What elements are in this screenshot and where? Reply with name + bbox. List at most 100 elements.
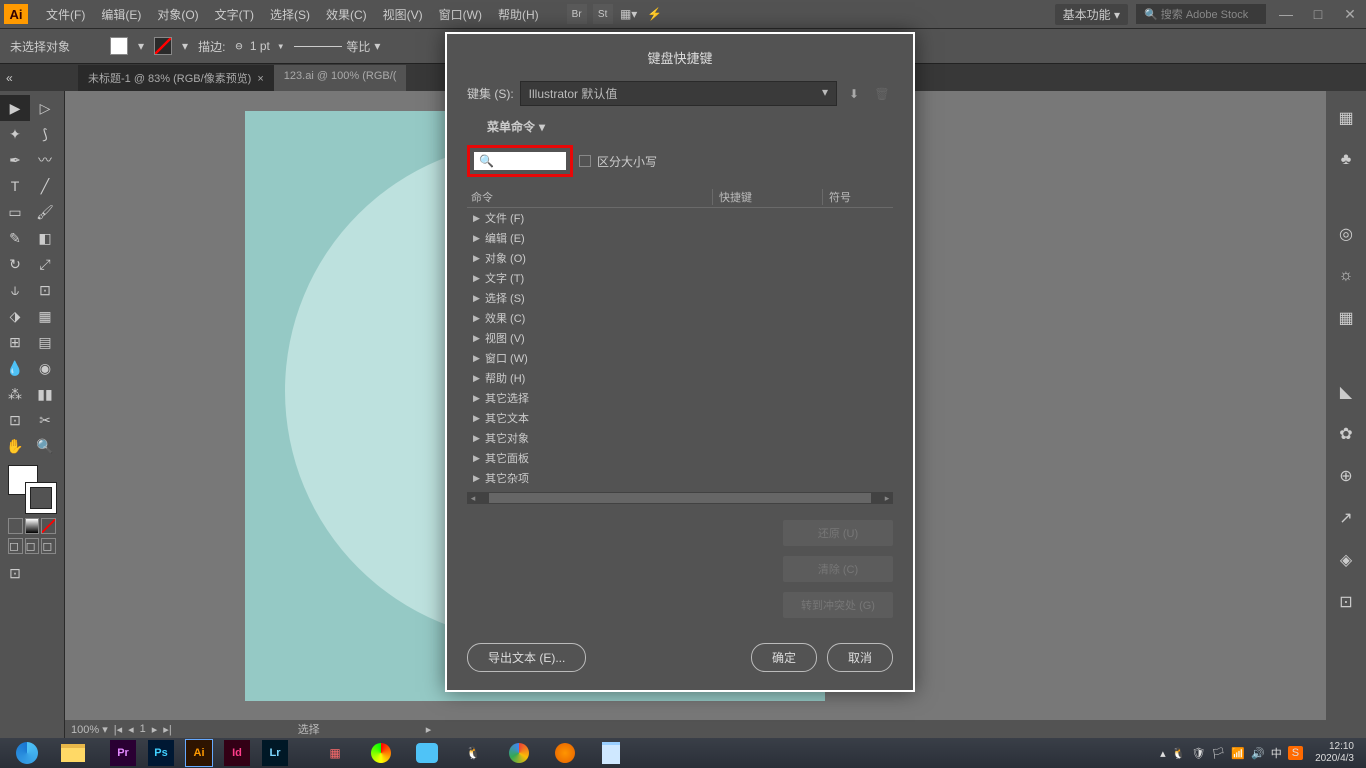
menu-object[interactable]: 对象(O) — [149, 6, 206, 23]
graph-tool[interactable]: ▮▮ — [30, 381, 60, 407]
symbols-icon[interactable]: ✿ — [1334, 422, 1358, 446]
premiere-icon[interactable]: Pr — [110, 740, 136, 766]
menu-window[interactable]: 窗口(W) — [431, 6, 490, 23]
save-set-icon[interactable]: ⬇ — [843, 83, 865, 105]
gradient-mode[interactable] — [25, 518, 40, 534]
command-row[interactable]: ▶其它面板 — [467, 448, 893, 468]
perspective-tool[interactable]: ▦ — [30, 303, 60, 329]
brushes-icon[interactable]: ◣ — [1334, 380, 1358, 404]
document-tab-1[interactable]: 未标题-1 @ 83% (RGB/像素预览)× — [78, 65, 274, 91]
chevron-down-icon[interactable]: ▾ — [138, 39, 144, 53]
screen-mode[interactable]: ⊡ — [0, 560, 30, 586]
app-icon-1[interactable]: ▦ — [314, 739, 356, 767]
app-icon-3[interactable] — [406, 739, 448, 767]
command-row[interactable]: ▶帮助 (H) — [467, 368, 893, 388]
eyedropper-tool[interactable]: 💧 — [0, 355, 30, 381]
command-row[interactable]: ▶视图 (V) — [467, 328, 893, 348]
command-row[interactable]: ▶对象 (O) — [467, 248, 893, 268]
case-sensitive-checkbox[interactable] — [579, 155, 591, 167]
stroke-profile[interactable]: 等比 ▾ — [294, 38, 380, 55]
color-wells[interactable] — [8, 465, 58, 510]
clock[interactable]: 12:10 2020/4/3 — [1309, 741, 1360, 765]
swatches-icon[interactable]: ▦ — [1334, 306, 1358, 330]
cancel-button[interactable]: 取消 — [827, 643, 893, 672]
delete-set-icon[interactable]: 🗑 — [871, 83, 893, 105]
command-type-dropdown[interactable]: 菜单命令 ▾ — [487, 118, 893, 135]
explorer-icon[interactable] — [52, 739, 94, 767]
nav-first[interactable]: |◂ — [114, 723, 122, 736]
search-field[interactable]: 🔍 — [474, 152, 566, 170]
tray-sogou-icon[interactable]: S — [1288, 746, 1303, 760]
magic-wand-tool[interactable]: ✦ — [0, 121, 30, 147]
stock-icon[interactable]: St — [593, 4, 613, 24]
stroke-swatch[interactable] — [154, 37, 172, 55]
stroke-weight[interactable]: ⊖ 1 pt ▾ — [235, 39, 284, 53]
mesh-tool[interactable]: ⊞ — [0, 329, 30, 355]
workspace-switcher[interactable]: 基本功能 ▾ — [1055, 4, 1128, 25]
pen-tool[interactable]: ✒ — [0, 147, 30, 173]
nav-next[interactable]: ▸ — [152, 723, 158, 736]
fill-swatch[interactable] — [110, 37, 128, 55]
artboards-icon[interactable]: ⊡ — [1334, 590, 1358, 614]
close-button[interactable]: ✕ — [1338, 6, 1362, 23]
command-row[interactable]: ▶窗口 (W) — [467, 348, 893, 368]
eraser-tool[interactable]: ◧ — [30, 225, 60, 251]
col-command[interactable]: 命令 — [467, 189, 712, 205]
hand-tool[interactable]: ✋ — [0, 433, 30, 459]
type-tool[interactable]: T — [0, 173, 30, 199]
width-tool[interactable]: ⫝ — [0, 277, 30, 303]
line-tool[interactable]: ╱ — [30, 173, 60, 199]
rectangle-tool[interactable]: ▭ — [0, 199, 30, 225]
selection-tool[interactable]: ▶ — [0, 95, 30, 121]
collapse-icon[interactable]: « — [0, 71, 10, 85]
command-row[interactable]: ▶效果 (C) — [467, 308, 893, 328]
horizontal-scrollbar[interactable]: ◂▸ — [467, 492, 893, 504]
none-mode[interactable] — [41, 518, 56, 534]
free-transform-tool[interactable]: ⊡ — [30, 277, 60, 303]
command-row[interactable]: ▶其它选择 — [467, 388, 893, 408]
zoom-tool[interactable]: 🔍 — [30, 433, 60, 459]
col-symbol[interactable]: 符号 — [822, 189, 851, 205]
curvature-tool[interactable]: 〰 — [30, 147, 60, 173]
color-mode[interactable] — [8, 518, 23, 534]
libraries-icon[interactable]: ♣ — [1334, 148, 1358, 172]
command-row[interactable]: ▶其它对象 — [467, 428, 893, 448]
col-shortcut[interactable]: 快捷键 — [712, 189, 822, 205]
menu-file[interactable]: 文件(F) — [38, 6, 93, 23]
maximize-button[interactable]: □ — [1306, 6, 1330, 22]
tray-shield-icon[interactable]: 🛡 — [1191, 747, 1205, 760]
lasso-tool[interactable]: ⟆ — [30, 121, 60, 147]
tray-up-icon[interactable]: ▴ — [1160, 747, 1166, 760]
adobe-stock-search[interactable]: 🔍 搜索 Adobe Stock — [1136, 4, 1266, 24]
artboard-tool[interactable]: ⊡ — [0, 407, 30, 433]
command-row[interactable]: ▶选择 (S) — [467, 288, 893, 308]
zoom-level[interactable]: 100% ▾ — [71, 723, 108, 736]
menu-view[interactable]: 视图(V) — [375, 6, 431, 23]
arrange-icon[interactable]: ▦▾ — [619, 4, 639, 24]
tray-lang-icon[interactable]: 中 — [1271, 745, 1282, 761]
command-row[interactable]: ▶其它杂项 — [467, 468, 893, 488]
qq-icon[interactable]: 🐧 — [452, 739, 494, 767]
browser-icon[interactable] — [6, 739, 48, 767]
symbol-sprayer-tool[interactable]: ⁂ — [0, 381, 30, 407]
lightroom-icon[interactable]: Lr — [262, 740, 288, 766]
gradient-tool[interactable]: ▤ — [30, 329, 60, 355]
set-dropdown[interactable]: Illustrator 默认值▾ — [520, 81, 837, 106]
shape-builder-tool[interactable]: ⬗ — [0, 303, 30, 329]
paintbrush-tool[interactable]: 🖌 — [30, 199, 60, 225]
cc-icon[interactable]: ◎ — [1334, 222, 1358, 246]
slice-tool[interactable]: ✂ — [30, 407, 60, 433]
app-icon-2[interactable] — [360, 739, 402, 767]
chrome-icon[interactable] — [498, 739, 540, 767]
close-icon[interactable]: × — [257, 73, 263, 85]
photoshop-icon[interactable]: Ps — [148, 740, 174, 766]
menu-effect[interactable]: 效果(C) — [318, 6, 375, 23]
rotate-tool[interactable]: ↻ — [0, 251, 30, 277]
command-row[interactable]: ▶其它文本 — [467, 408, 893, 428]
direct-selection-tool[interactable]: ▷ — [30, 95, 60, 121]
color-icon[interactable]: ☼ — [1334, 264, 1358, 288]
menu-help[interactable]: 帮助(H) — [490, 6, 547, 23]
ok-button[interactable]: 确定 — [751, 643, 817, 672]
indesign-icon[interactable]: Id — [224, 740, 250, 766]
stroke-panel-icon[interactable]: ⊕ — [1334, 464, 1358, 488]
